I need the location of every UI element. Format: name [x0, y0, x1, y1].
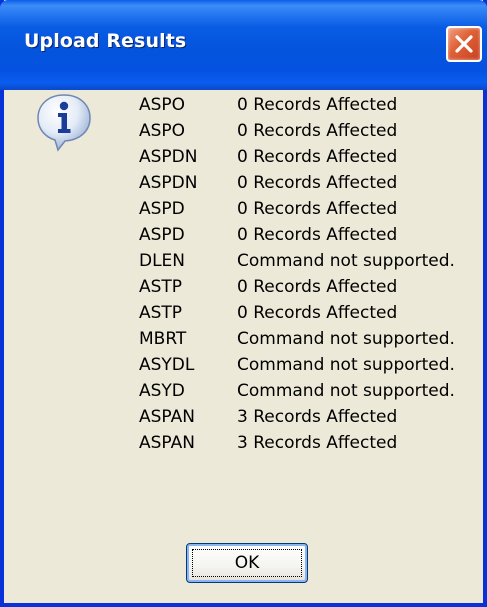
result-message: Command not supported. — [237, 355, 455, 375]
result-message: Command not supported. — [237, 251, 455, 271]
dialog-body: ASPO 0 Records Affected ASPO 0 Records Affe… — [4, 90, 483, 603]
result-row: MBRT Command not supported. — [139, 326, 455, 352]
result-message: Command not supported. — [237, 329, 455, 349]
upload-results-dialog: Upload Results ASPO 0 Records Affected ASP… — [0, 0, 487, 607]
result-row: ASPAN 3 Records Affected — [139, 404, 455, 430]
title-bar[interactable]: Upload Results — [0, 0, 487, 90]
result-row: ASPDN 0 Records Affected — [139, 170, 455, 196]
result-command: ASTP — [139, 303, 183, 323]
result-message: 0 Records Affected — [237, 199, 398, 219]
result-row: ASTP 0 Records Affected — [139, 300, 455, 326]
result-command: ASPD — [139, 199, 185, 219]
result-command: ASPAN — [139, 407, 195, 427]
result-command: ASPD — [139, 225, 185, 245]
result-row: ASYDL Command not supported. — [139, 352, 455, 378]
result-command: ASTP — [139, 277, 183, 297]
result-message: 3 Records Affected — [237, 407, 398, 427]
result-row: ASPD 0 Records Affected — [139, 196, 455, 222]
results-list: ASPO 0 Records Affected ASPO 0 Records Affe… — [139, 92, 455, 456]
result-message: 0 Records Affected — [237, 173, 398, 193]
result-message: 0 Records Affected — [237, 225, 398, 245]
result-row: ASPDN 0 Records Affected — [139, 144, 455, 170]
dialog-title: Upload Results — [24, 30, 187, 52]
result-command: ASPO — [139, 95, 186, 115]
ok-button[interactable]: OK — [186, 543, 308, 583]
result-command: ASYDL — [139, 355, 195, 375]
result-row: ASPO 0 Records Affected — [139, 118, 455, 144]
result-row: ASYD Command not supported. — [139, 378, 455, 404]
result-command: MBRT — [139, 329, 187, 349]
result-row: ASPAN 3 Records Affected — [139, 430, 455, 456]
close-icon — [455, 35, 473, 53]
result-message: Command not supported. — [237, 381, 455, 401]
result-command: ASPDN — [139, 173, 198, 193]
result-command: DLEN — [139, 251, 186, 271]
result-message: 0 Records Affected — [237, 121, 398, 141]
result-message: 0 Records Affected — [237, 277, 398, 297]
result-message: 0 Records Affected — [237, 147, 398, 167]
result-command: ASPDN — [139, 147, 198, 167]
result-command: ASYD — [139, 381, 185, 401]
result-row: ASTP 0 Records Affected — [139, 274, 455, 300]
result-message: 3 Records Affected — [237, 433, 398, 453]
result-row: ASPD 0 Records Affected — [139, 222, 455, 248]
info-icon — [37, 94, 91, 152]
ok-button-label: OK — [234, 553, 260, 573]
result-row: DLEN Command not supported. — [139, 248, 455, 274]
result-command: ASPO — [139, 121, 186, 141]
close-button[interactable] — [446, 26, 482, 62]
result-message: 0 Records Affected — [237, 95, 398, 115]
result-row: ASPO 0 Records Affected — [139, 92, 455, 118]
result-command: ASPAN — [139, 433, 195, 453]
result-message: 0 Records Affected — [237, 303, 398, 323]
